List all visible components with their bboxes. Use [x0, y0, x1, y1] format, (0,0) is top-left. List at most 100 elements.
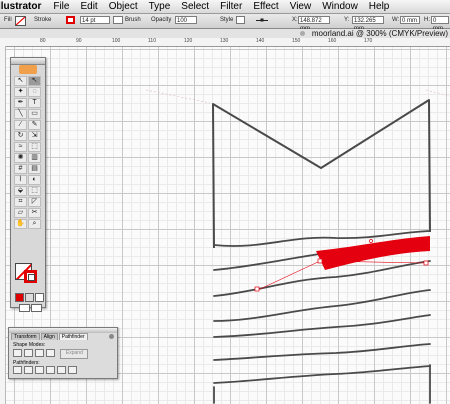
ruler-tick-label: 90	[76, 38, 82, 44]
anchor-point[interactable]	[423, 260, 429, 266]
divide-button[interactable]	[13, 366, 22, 374]
ruler-tick-label: 110	[148, 38, 156, 44]
direct-selection-tool-icon[interactable]: ↖	[28, 76, 41, 86]
trim-button[interactable]	[24, 366, 33, 374]
stroke-weight-field[interactable]: 14 pt	[80, 16, 110, 24]
wave-line[interactable]	[213, 289, 431, 322]
tools-panel: ↖ ↖ ✦ ◌ ✒ T ╲ ▭ ∕ ✎ ↻ ⇲ ≈ ⬚ ✺ ▥ # ▤ ⌇ ◐ …	[10, 57, 46, 312]
w-label: W:	[392, 17, 400, 23]
slice-tool-icon[interactable]: ◸	[28, 197, 41, 207]
hand-tool-icon[interactable]: ✋	[14, 219, 27, 229]
zoom-tool-icon[interactable]: ⌕	[28, 219, 41, 229]
live-paint-tool-icon[interactable]: ⬙	[14, 186, 27, 196]
app-menu[interactable]: llustrator	[0, 1, 41, 12]
expand-button[interactable]: Expand	[60, 349, 89, 359]
menu-object[interactable]: Object	[109, 1, 138, 12]
screen-mode-icon[interactable]	[31, 304, 42, 312]
ruler-tick-label: 140	[256, 38, 265, 44]
menu-file[interactable]: File	[53, 1, 69, 12]
style-label: Style	[220, 17, 234, 23]
stroke-swatch-tool[interactable]	[24, 270, 37, 283]
scissors-tool-icon[interactable]: ✂	[28, 208, 41, 218]
stroke-swatch[interactable]	[66, 16, 75, 24]
panel-tabs: Transform Align Pathfinder	[11, 333, 89, 340]
anchor-point[interactable]	[369, 239, 373, 243]
gradient-tool-icon[interactable]: ▤	[28, 164, 41, 174]
anchor-point[interactable]	[254, 286, 260, 292]
selected-red-stroke[interactable]	[316, 236, 430, 270]
warp-tool-icon[interactable]: ≈	[14, 142, 27, 152]
blend-tool-icon[interactable]: ◐	[28, 175, 41, 185]
intersect-shape-button[interactable]	[35, 349, 44, 357]
horizontal-ruler[interactable]: 80 90 100 110 120 130 140 150 160 170	[0, 38, 450, 47]
paintbrush-tool-icon[interactable]: ∕	[14, 120, 27, 130]
menu-window[interactable]: Window	[322, 1, 358, 12]
tab-align[interactable]: Align	[40, 333, 58, 340]
opacity-label: Opacity	[151, 17, 172, 23]
style-swatch[interactable]	[236, 16, 245, 24]
brush-swatch[interactable]	[113, 16, 123, 24]
brush-value: Brush	[125, 17, 141, 23]
pencil-tool-icon[interactable]: ✎	[28, 120, 41, 130]
exclude-shape-button[interactable]	[46, 349, 55, 357]
panel-menu-icon[interactable]	[109, 334, 114, 339]
eyedropper-tool-icon[interactable]: ⌇	[14, 175, 27, 185]
eraser-tool-icon[interactable]: ▱	[14, 208, 27, 218]
ruler-tick-label: 100	[112, 38, 121, 44]
live-paint-selection-tool-icon[interactable]: ⬚	[28, 186, 41, 196]
magic-wand-tool-icon[interactable]: ✦	[14, 87, 27, 97]
control-bar: Fill Stroke 14 pt Brush Opacity 100 Styl…	[0, 14, 450, 32]
x-field[interactable]: 148.872 mm	[298, 16, 330, 32]
merge-button[interactable]	[35, 366, 44, 374]
fill-stroke-swatches	[15, 263, 41, 285]
document-title: moorland.ai @ 300% (CMYK/Preview)	[311, 29, 448, 38]
free-transform-tool-icon[interactable]: ⬚	[28, 142, 41, 152]
menu-help[interactable]: Help	[369, 1, 390, 12]
minus-back-button[interactable]	[68, 366, 77, 374]
type-tool-icon[interactable]: T	[28, 98, 41, 108]
add-shape-button[interactable]	[13, 349, 22, 357]
rotate-tool-icon[interactable]: ↻	[14, 131, 27, 141]
mesh-tool-icon[interactable]: #	[14, 164, 27, 174]
tab-transform[interactable]: Transform	[11, 333, 40, 340]
opacity-field[interactable]: 100	[175, 16, 197, 24]
menu-effect[interactable]: Effect	[253, 1, 278, 12]
ruler-tick-label: 170	[364, 38, 373, 44]
window-dot-icon	[300, 31, 305, 36]
wave-line[interactable]	[213, 253, 321, 271]
pen-tool-icon[interactable]: ✒	[14, 98, 27, 108]
stroke-label: Stroke	[34, 17, 52, 23]
crop-area-tool-icon[interactable]: ⌗	[14, 197, 27, 207]
menu-select[interactable]: Select	[181, 1, 209, 12]
tab-pathfinder[interactable]: Pathfinder	[58, 333, 88, 340]
anchor-point[interactable]	[317, 258, 323, 264]
lasso-tool-icon[interactable]: ◌	[28, 87, 41, 97]
menu-type[interactable]: Type	[149, 1, 171, 12]
menu-edit[interactable]: Edit	[80, 1, 97, 12]
line-tool-icon[interactable]: ╲	[14, 109, 27, 119]
wave-line[interactable]	[213, 343, 431, 361]
x-label: X:	[292, 17, 298, 23]
outline-button[interactable]	[57, 366, 66, 374]
reference-point-icon[interactable]	[256, 17, 268, 26]
w-field[interactable]: 0 mm	[400, 16, 420, 24]
symbol-sprayer-tool-icon[interactable]: ✺	[14, 153, 27, 163]
tools-panel-header[interactable]	[11, 58, 45, 65]
menu-view[interactable]: View	[290, 1, 312, 12]
selection-tool-icon[interactable]: ↖	[14, 76, 27, 86]
ruler-tick-label: 80	[40, 38, 46, 44]
subtract-shape-button[interactable]	[24, 349, 33, 357]
fill-swatch[interactable]	[15, 16, 26, 26]
m-shape-path[interactable]	[212, 99, 431, 249]
fill-label: Fill	[4, 17, 12, 23]
screen-mode-icon[interactable]	[19, 304, 30, 312]
rectangle-tool-icon[interactable]: ▭	[28, 109, 41, 119]
scale-tool-icon[interactable]: ⇲	[28, 131, 41, 141]
wave-line[interactable]	[213, 365, 431, 384]
h-field[interactable]: 0 mm	[431, 16, 449, 32]
y-field[interactable]: 132.265 mm	[352, 16, 384, 32]
menu-filter[interactable]: Filter	[220, 1, 242, 12]
ruler-tick-label: 130	[220, 38, 229, 44]
column-graph-tool-icon[interactable]: ▥	[28, 153, 41, 163]
crop-button[interactable]	[46, 366, 55, 374]
